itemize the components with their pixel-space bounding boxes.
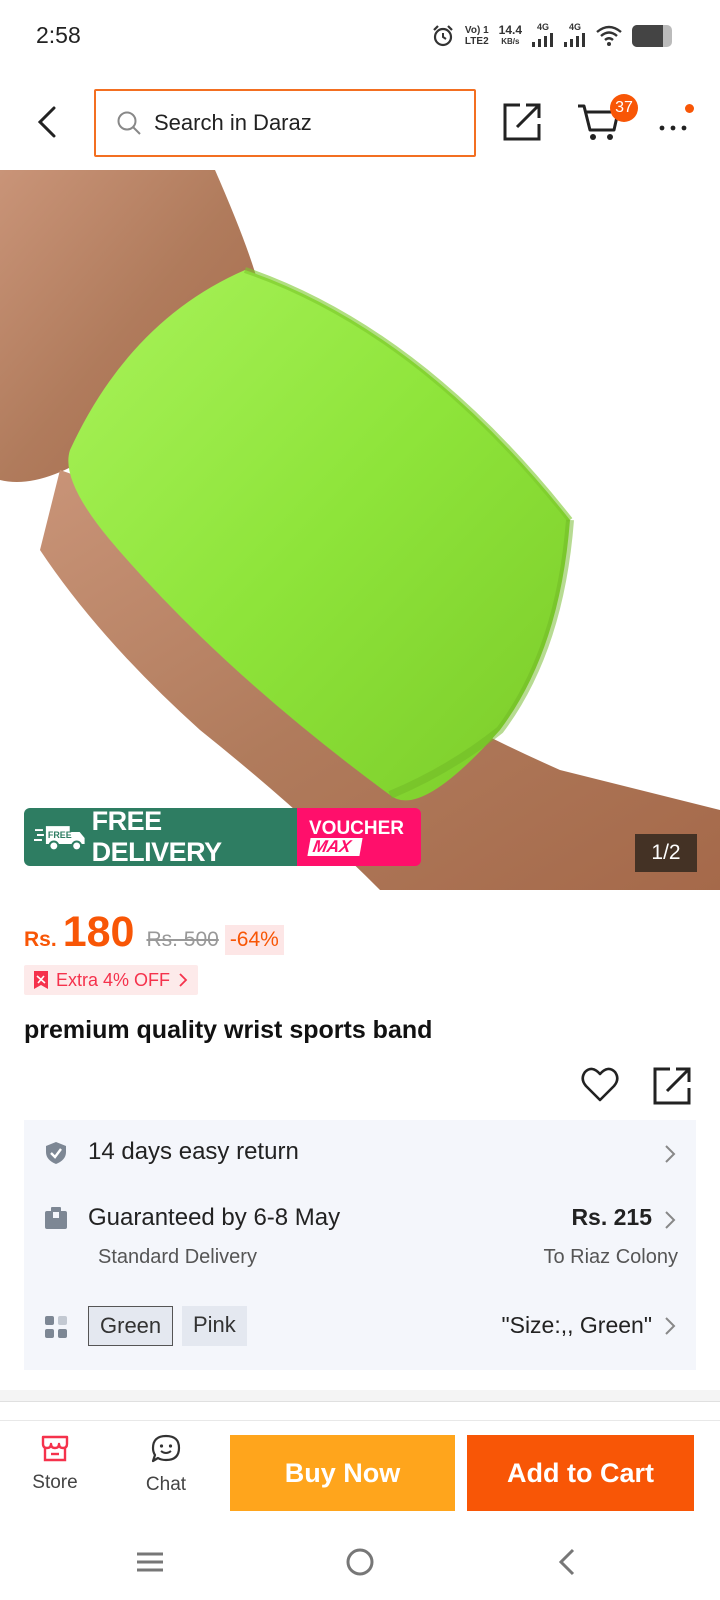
system-navigation-bar <box>0 1520 720 1600</box>
more-options-button[interactable] <box>656 104 696 140</box>
search-input[interactable]: Search in Daraz <box>94 89 476 157</box>
search-icon <box>117 111 141 135</box>
alarm-icon <box>433 25 453 47</box>
original-price: Rs. 500 <box>146 928 219 951</box>
product-photo <box>0 170 720 890</box>
price-row: Rs. 180 Rs. 500 -64% <box>24 908 284 957</box>
heart-icon[interactable] <box>580 1066 620 1104</box>
search-placeholder: Search in Daraz <box>154 110 312 135</box>
signal-1: 4G <box>532 22 554 50</box>
return-policy-label: 14 days easy return <box>88 1138 299 1165</box>
chevron-right-icon <box>179 973 188 987</box>
delivery-guarantee-label: Guaranteed by 6-8 May <box>88 1204 341 1231</box>
delivery-truck-icon: FREE <box>34 826 85 852</box>
service-info-card: 14 days easy return Guaranteed by 6-8 Ma… <box>24 1120 696 1370</box>
free-delivery-badge: FREE FREE DELIVERY <box>24 808 297 866</box>
return-policy-row[interactable]: 14 days easy return <box>24 1120 696 1184</box>
voucher-max-badge: VOUCHER MAX <box>297 808 421 866</box>
chat-label: Chat <box>145 1474 187 1495</box>
status-time: 2:58 <box>36 22 81 48</box>
store-button[interactable]: Store <box>20 1433 90 1494</box>
network-speed: 14.4 KB/s <box>498 23 522 46</box>
price-currency: Rs. <box>24 928 57 951</box>
store-label: Store <box>32 1472 78 1493</box>
voucher-icon <box>34 971 48 989</box>
voucher-max-label: MAX <box>307 837 363 856</box>
extra-offer-tag[interactable]: Extra 4% OFF <box>24 965 199 995</box>
variants-grid-icon <box>45 1316 67 1338</box>
delivery-row[interactable]: Guaranteed by 6-8 May Standard Delivery … <box>24 1184 696 1284</box>
chevron-right-icon <box>665 1211 676 1229</box>
shield-check-icon <box>46 1142 66 1164</box>
section-divider <box>0 1390 720 1402</box>
volte-indicator: Vo) 1 LTE2 <box>464 25 489 47</box>
delivery-type-label: Standard Delivery <box>98 1246 257 1268</box>
chevron-right-icon <box>665 1145 676 1163</box>
notification-dot <box>685 104 694 113</box>
chat-button[interactable]: Chat <box>131 1433 201 1496</box>
product-title: premium quality wrist sports band <box>24 1016 433 1044</box>
signal-bars-icon <box>532 33 553 47</box>
recent-apps-icon[interactable] <box>130 1542 170 1582</box>
status-bar: 2:58 Vo) 1 LTE2 14.4 KB/s 4G 4G <box>0 0 720 74</box>
add-to-cart-button[interactable]: Add to Cart <box>467 1435 694 1511</box>
extra-offer-label: Extra 4% OFF <box>56 969 171 990</box>
header: Search in Daraz 37 <box>0 74 720 170</box>
promo-banner[interactable]: FREE FREE DELIVERY VOUCHER MAX <box>24 808 421 866</box>
variant-chip-green[interactable]: Green <box>88 1306 174 1346</box>
chevron-right-icon <box>665 1317 676 1335</box>
home-icon[interactable] <box>340 1542 380 1582</box>
share-icon[interactable] <box>652 1064 694 1106</box>
voucher-label: VOUCHER <box>309 817 405 839</box>
signal-bars-icon <box>564 33 585 47</box>
system-back-icon[interactable] <box>548 1542 588 1582</box>
store-icon <box>41 1435 69 1462</box>
delivery-price: Rs. 215 <box>571 1204 652 1230</box>
svg-text:FREE: FREE <box>48 830 72 840</box>
delivery-box-icon <box>45 1207 67 1229</box>
chat-icon <box>151 1434 181 1463</box>
product-image[interactable] <box>0 170 720 890</box>
discount-badge: -64% <box>224 925 284 955</box>
cart-count-badge: 37 <box>610 94 638 122</box>
delivery-location: To Riaz Colony <box>543 1246 678 1268</box>
variant-row[interactable]: Green Pink "Size:,, Green" <box>24 1284 696 1366</box>
wifi-icon <box>596 25 622 46</box>
status-icons: Vo) 1 LTE2 14.4 KB/s 4G 4G <box>431 22 672 50</box>
selected-variant-label: "Size:,, Green" <box>501 1312 652 1338</box>
variant-chip-pink[interactable]: Pink <box>182 1306 247 1346</box>
price-value: 180 <box>62 908 135 956</box>
share-icon[interactable] <box>502 100 544 142</box>
bottom-action-bar: Store Chat Buy Now Add to Cart <box>0 1420 720 1520</box>
signal-2: 4G <box>564 22 586 50</box>
back-button[interactable] <box>30 100 66 144</box>
battery-icon <box>632 25 672 47</box>
free-delivery-label: FREE DELIVERY <box>91 808 223 866</box>
image-counter: 1/2 <box>635 834 697 872</box>
buy-now-button[interactable]: Buy Now <box>230 1435 455 1511</box>
